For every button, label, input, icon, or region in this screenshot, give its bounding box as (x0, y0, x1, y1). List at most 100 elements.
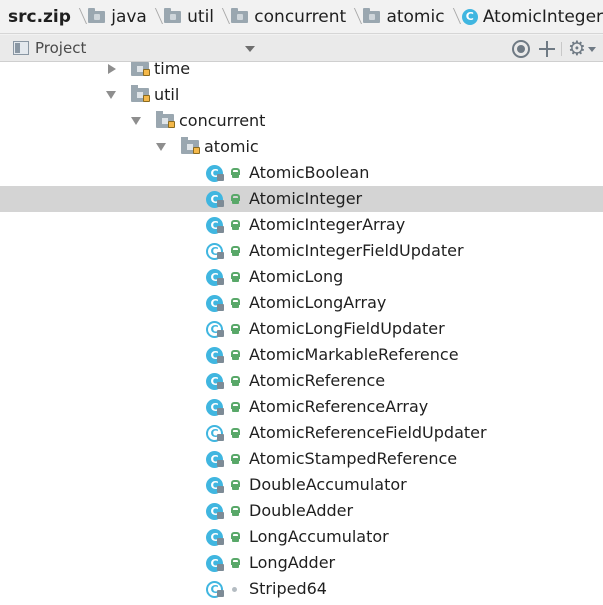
tree-row-class[interactable]: C AtomicInteger (0, 186, 603, 212)
project-toolbar: Project ⚙ (0, 35, 603, 62)
chevron-down-icon[interactable] (245, 46, 255, 52)
locate-icon[interactable] (512, 40, 530, 58)
chevron-right-icon (219, 0, 227, 34)
collapse-arrow-icon[interactable] (156, 143, 166, 151)
lock-icon (193, 147, 200, 154)
public-lock-icon (230, 480, 240, 490)
public-lock-icon (230, 194, 240, 204)
breadcrumb-item-atomicinteger[interactable]: C AtomicInteger (461, 0, 603, 34)
tree-row-class[interactable]: C AtomicLongArray (0, 290, 603, 316)
chevron-right-icon (450, 0, 458, 34)
package-private-icon (232, 587, 237, 592)
breadcrumb-item-java[interactable]: java (88, 0, 147, 34)
lock-icon (217, 408, 224, 415)
tree-label: AtomicReferenceArray (249, 397, 429, 416)
tree-row-class[interactable]: C DoubleAdder (0, 498, 603, 524)
tree-row-time[interactable]: time (0, 62, 603, 82)
tree-label: AtomicLongArray (249, 293, 387, 312)
public-lock-icon (230, 558, 240, 568)
tree-row-concurrent[interactable]: concurrent (0, 108, 603, 134)
lock-icon (217, 356, 224, 363)
expand-arrow-icon[interactable] (108, 64, 116, 74)
tree-row-class[interactable]: C AtomicBoolean (0, 160, 603, 186)
public-lock-icon (230, 428, 240, 438)
folder-icon (363, 7, 381, 23)
breadcrumb-label: concurrent (254, 6, 347, 27)
public-lock-icon (230, 454, 240, 464)
tree-row-class[interactable]: C AtomicIntegerFieldUpdater (0, 238, 603, 264)
public-lock-icon (230, 220, 240, 230)
breadcrumb-label: java (111, 6, 147, 27)
lock-icon (217, 382, 224, 389)
tree-label: LongAdder (249, 553, 336, 572)
lock-icon (217, 330, 224, 337)
folder-icon (88, 7, 106, 23)
public-lock-icon (230, 532, 240, 542)
tree-label: LongAccumulator (249, 527, 389, 546)
tree-row-class[interactable]: C AtomicLong (0, 264, 603, 290)
lock-icon (217, 226, 224, 233)
lock-icon (217, 278, 224, 285)
tree-label: AtomicIntegerArray (249, 215, 406, 234)
chevron-right-icon (152, 0, 160, 34)
breadcrumb-item-util[interactable]: util (164, 0, 214, 34)
breadcrumb-label: AtomicInteger (482, 6, 603, 27)
tree-row-class[interactable]: C DoubleAccumulator (0, 472, 603, 498)
public-lock-icon (230, 246, 240, 256)
tree-label: AtomicReference (249, 371, 386, 390)
collapse-arrow-icon[interactable] (131, 117, 141, 125)
tree-label: AtomicStampedReference (249, 449, 458, 468)
collapse-all-icon[interactable] (538, 40, 556, 58)
class-icon: C (461, 8, 478, 25)
lock-icon (217, 486, 224, 493)
toolbar-divider (561, 42, 562, 56)
tree-row-class[interactable]: C AtomicReference (0, 368, 603, 394)
chevron-right-icon (76, 0, 84, 34)
public-lock-icon (230, 376, 240, 386)
breadcrumb-item-concurrent[interactable]: concurrent (231, 0, 346, 34)
lock-icon (217, 512, 224, 519)
lock-icon (217, 564, 224, 571)
chevron-down-icon[interactable] (588, 47, 596, 52)
breadcrumb-item-atomic[interactable]: atomic (363, 0, 445, 34)
public-lock-icon (230, 324, 240, 334)
tree-row-class[interactable]: C AtomicLongFieldUpdater (0, 316, 603, 342)
breadcrumb-item-src-zip[interactable]: src.zip (8, 0, 71, 34)
public-lock-icon (230, 272, 240, 282)
public-lock-icon (230, 402, 240, 412)
project-icon (13, 41, 29, 55)
lock-icon (143, 69, 150, 76)
breadcrumb-label: atomic (386, 6, 445, 27)
tree-label: DoubleAdder (249, 501, 354, 520)
tree-row-class[interactable]: C LongAccumulator (0, 524, 603, 550)
breadcrumb: src.zip java util concurrent atomic C At… (0, 0, 603, 34)
lock-icon (217, 590, 224, 597)
public-lock-icon (230, 298, 240, 308)
project-view-label[interactable]: Project (35, 39, 86, 57)
public-lock-icon (230, 350, 240, 360)
lock-icon (217, 252, 224, 259)
tree-row-class[interactable]: C AtomicMarkableReference (0, 342, 603, 368)
folder-icon (231, 7, 249, 23)
tree-row-class[interactable]: C LongAdder (0, 550, 603, 576)
public-lock-icon (230, 506, 240, 516)
lock-icon (217, 304, 224, 311)
tree-label: util (154, 85, 180, 104)
tree-label: concurrent (179, 111, 266, 130)
chevron-right-icon (351, 0, 359, 34)
tree-row-class[interactable]: C AtomicReferenceFieldUpdater (0, 420, 603, 446)
tree-row-util[interactable]: util (0, 82, 603, 108)
settings-icon[interactable]: ⚙ (568, 38, 586, 58)
tree-row-class[interactable]: C AtomicIntegerArray (0, 212, 603, 238)
collapse-arrow-icon[interactable] (106, 91, 116, 99)
tree-label: DoubleAccumulator (249, 475, 407, 494)
tree-row-class[interactable]: C AtomicStampedReference (0, 446, 603, 472)
lock-icon (217, 174, 224, 181)
lock-icon (168, 121, 175, 128)
tree-row-atomic[interactable]: atomic (0, 134, 603, 160)
tree-row-class[interactable]: C AtomicReferenceArray (0, 394, 603, 420)
tree-row-class[interactable]: C Striped64 (0, 576, 603, 602)
tree-label: AtomicInteger (249, 189, 363, 208)
public-lock-icon (230, 168, 240, 178)
tree-label: AtomicReferenceFieldUpdater (249, 423, 487, 442)
